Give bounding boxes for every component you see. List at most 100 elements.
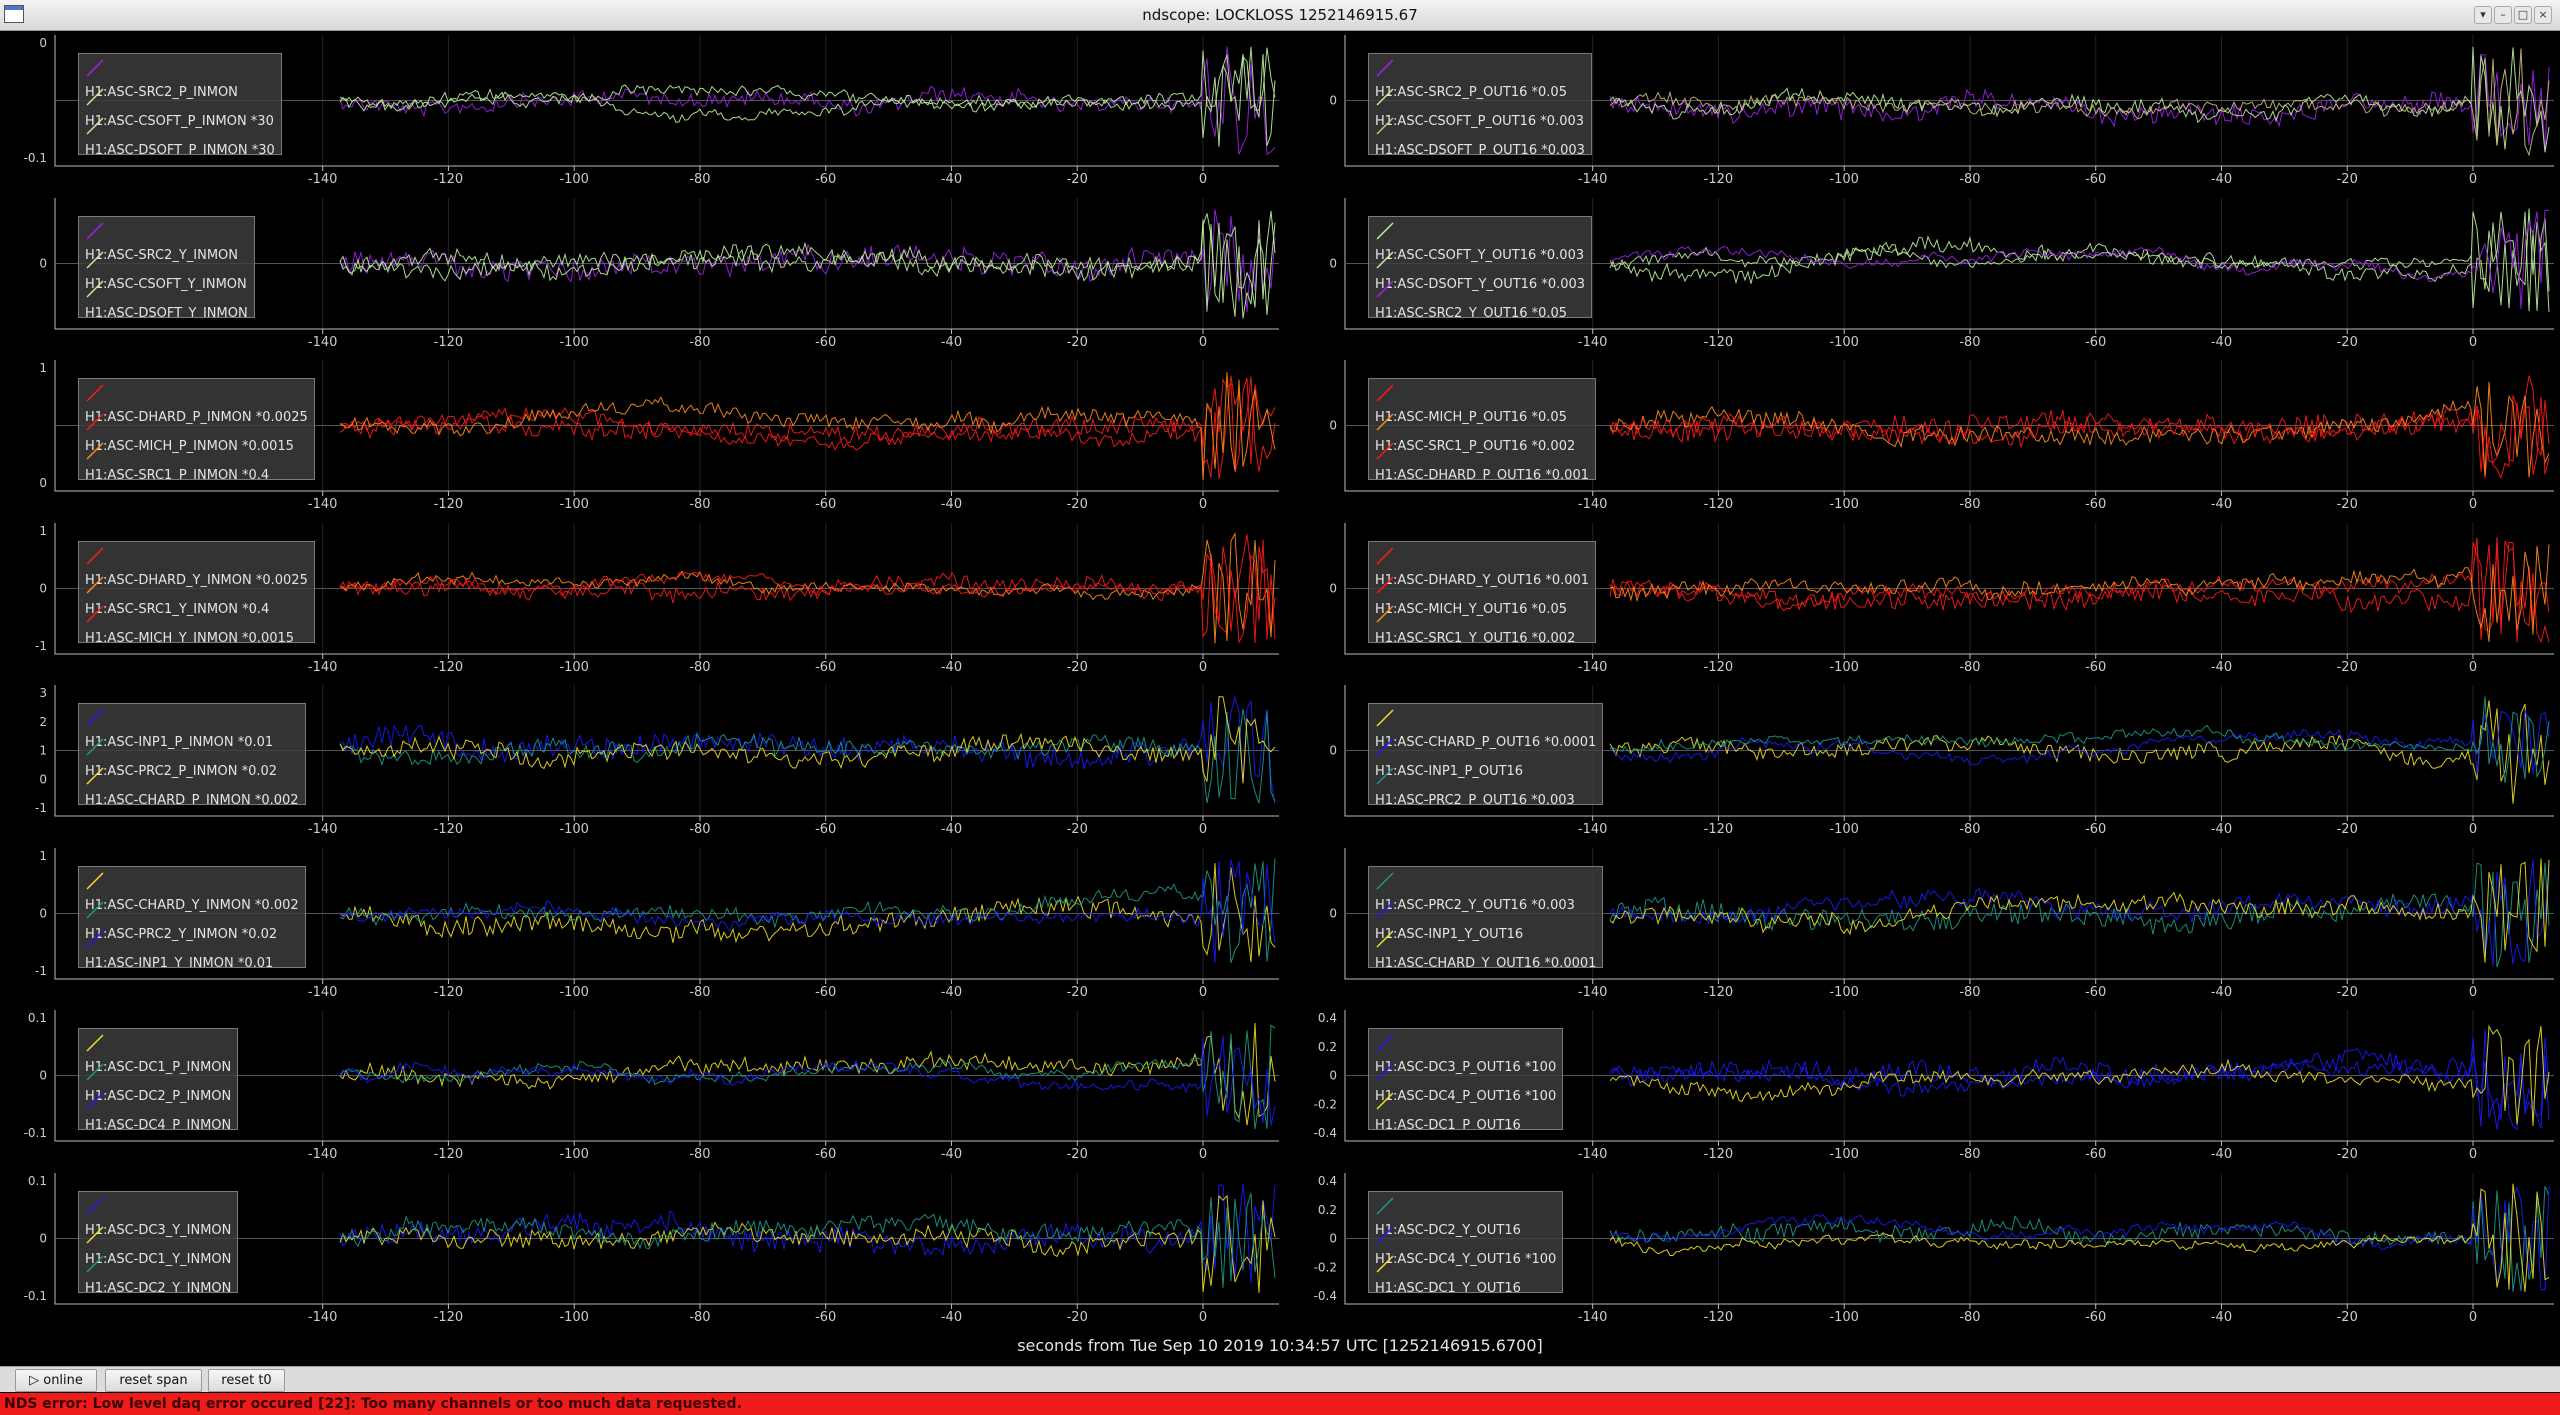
legend-label: H1:ASC-DC2_P_INMON — [85, 1089, 232, 1104]
bottom-toolbar: ▷ online reset span reset t0 — [0, 1366, 2560, 1392]
x-tick-label: -60 — [2085, 335, 2106, 350]
x-tick-label: -120 — [1704, 497, 1734, 512]
legend-swatch-icon — [1376, 1197, 1394, 1215]
legend-label: H1:ASC-DC4_Y_OUT16 *100 — [1375, 1252, 1557, 1267]
trace-line — [1609, 1183, 2550, 1292]
y-tick-label: 0 — [39, 772, 47, 786]
x-tick-label: -40 — [2211, 172, 2232, 187]
plot-legend[interactable]: H1:ASC-CHARD_Y_INMON *0.002 H1:ASC-PRC2_Y… — [78, 866, 306, 968]
x-tick-label: 0 — [1199, 497, 1207, 512]
x-tick-label: -80 — [1959, 1310, 1980, 1325]
legend-label: H1:ASC-DSOFT_P_INMON *30 — [85, 143, 275, 155]
y-tick-label: 0.1 — [28, 1011, 47, 1025]
plot-legend[interactable]: H1:ASC-DHARD_Y_INMON *0.0025 H1:ASC-SRC1_… — [78, 541, 315, 643]
plot-panel[interactable]: -140 -120 -100 -80 -60 -40 -20 0 0 H1:ASC-MICH_P_… — [1290, 356, 2560, 518]
legend-label: H1:ASC-CHARD_Y_INMON *0.002 — [85, 898, 299, 913]
x-tick-label: -40 — [941, 660, 962, 675]
x-tick-label: -80 — [689, 660, 710, 675]
plot-legend[interactable]: H1:ASC-INP1_P_INMON *0.01 H1:ASC-PRC2_P_I… — [78, 703, 306, 805]
plot-panel[interactable]: -140 -120 -100 -80 -60 -40 -20 0 0.1 0 -0.1 H1:ASC-… — [0, 1006, 1283, 1168]
y-tick-label: 1 — [39, 744, 47, 758]
plot-legend[interactable]: H1:ASC-CHARD_P_OUT16 *0.0001 H1:ASC-INP1_… — [1368, 703, 1604, 805]
plot-legend[interactable]: H1:ASC-DHARD_P_INMON *0.0025 H1:ASC-MICH_… — [78, 378, 315, 480]
minimize-button[interactable]: – — [2494, 6, 2512, 24]
reset-span-button[interactable]: reset span — [105, 1369, 202, 1392]
plot-panel[interactable]: -140 -120 -100 -80 -60 -40 -20 0 0 H1:ASC-CSOFT_Y… — [1290, 194, 2560, 356]
menu-arrow-icon[interactable]: ▾ — [2474, 6, 2492, 24]
plot-panel[interactable]: -140 -120 -100 -80 -60 -40 -20 0 3 2 1 0 -1 H1:ASC-IN… — [0, 681, 1283, 843]
error-status-bar: NDS error: Low level daq error occured [… — [0, 1393, 2560, 1415]
y-tick-label: 0.4 — [1318, 1011, 1337, 1025]
x-tick-label: -80 — [1959, 335, 1980, 350]
y-tick-label: 2 — [39, 715, 47, 729]
plot-legend[interactable]: H1:ASC-DC3_Y_INMON H1:ASC-DC1_Y_INMON H1:A… — [78, 1191, 239, 1293]
legend-label: H1:ASC-DHARD_Y_OUT16 *0.001 — [1375, 573, 1590, 588]
legend-swatch-icon — [86, 547, 104, 565]
y-tick-label: 1 — [39, 849, 47, 863]
plot-panel[interactable]: -140 -120 -100 -80 -60 -40 -20 0 0 H1:ASC-CHARD_P… — [1290, 681, 2560, 843]
x-tick-label: -120 — [1704, 985, 1734, 1000]
legend-label: H1:ASC-CSOFT_P_INMON *30 — [85, 114, 274, 129]
plot-panel[interactable]: -140 -120 -100 -80 -60 -40 -20 0 0.4 0.2 0 -0.2 -0.4… — [1290, 1169, 2560, 1331]
plot-legend[interactable]: H1:ASC-MICH_P_OUT16 *0.05 H1:ASC-SRC1_P_O… — [1368, 378, 1596, 480]
y-tick-label: -0.4 — [1314, 1289, 1337, 1303]
plot-panel[interactable]: -140 -120 -100 -80 -60 -40 -20 0 1 0 H1:ASC-DHARD_… — [0, 356, 1283, 518]
x-tick-label: -80 — [1959, 172, 1980, 187]
y-tick-label: -0.2 — [1314, 1097, 1337, 1111]
legend-item: H1:ASC-MICH_P_OUT16 *0.05 — [1375, 383, 1589, 425]
x-tick-label: -100 — [1829, 985, 1859, 1000]
y-tick-label: -1 — [35, 639, 47, 653]
online-button[interactable]: ▷ online — [15, 1369, 97, 1392]
y-tick-label: 0 — [39, 1069, 47, 1083]
plot-panel[interactable]: -140 -120 -100 -80 -60 -40 -20 0 0 H1:ASC-DHARD_Y… — [1290, 519, 2560, 681]
maximize-button[interactable]: □ — [2514, 6, 2532, 24]
trace-line — [339, 46, 1276, 139]
close-button[interactable]: × — [2534, 6, 2552, 24]
plot-panel[interactable]: -140 -120 -100 -80 -60 -40 -20 0 1 0 -1 H1:ASC-DHAR… — [0, 519, 1283, 681]
plot-legend[interactable]: H1:ASC-SRC2_Y_INMON H1:ASC-CSOFT_Y_INMON H… — [78, 216, 255, 318]
x-tick-label: -20 — [1067, 822, 1088, 837]
legend-label: H1:ASC-CHARD_P_OUT16 *0.0001 — [1375, 735, 1597, 750]
y-tick-label: 0 — [1329, 582, 1337, 596]
trace-line — [339, 1035, 1276, 1126]
legend-label: H1:ASC-DHARD_Y_INMON *0.0025 — [85, 573, 308, 588]
legend-item: H1:ASC-SRC2_P_OUT16 *0.05 — [1375, 58, 1585, 100]
x-tick-label: 0 — [2469, 660, 2477, 675]
plot-panel[interactable]: -140 -120 -100 -80 -60 -40 -20 0 0.1 0 -0.1 H1:ASC-… — [0, 1169, 1283, 1331]
plot-legend[interactable]: H1:ASC-PRC2_Y_OUT16 *0.003 H1:ASC-INP1_Y_… — [1368, 866, 1604, 968]
legend-swatch-icon — [86, 59, 104, 77]
plot-legend[interactable]: H1:ASC-DC1_P_INMON H1:ASC-DC2_P_INMON H1:A… — [78, 1028, 239, 1130]
x-tick-label: -140 — [308, 822, 338, 837]
plot-legend[interactable]: H1:ASC-SRC2_P_INMON H1:ASC-CSOFT_P_INMON … — [78, 53, 282, 155]
plot-panel[interactable]: -140 -120 -100 -80 -60 -40 -20 0 0 H1:ASC-PRC2_Y_… — [1290, 844, 2560, 1006]
x-tick-label: -100 — [1829, 335, 1859, 350]
legend-label: H1:ASC-DC2_Y_OUT16 — [1375, 1223, 1521, 1238]
x-tick-label: -20 — [2337, 660, 2358, 675]
plot-panel[interactable]: -140 -120 -100 -80 -60 -40 -20 0 0 H1:ASC-SRC2_Y_… — [0, 194, 1283, 356]
plot-legend[interactable]: H1:ASC-DC3_P_OUT16 *100 H1:ASC-DC4_P_OUT1… — [1368, 1028, 1564, 1130]
x-tick-label: -60 — [2085, 1310, 2106, 1325]
y-tick-label: 0 — [39, 1232, 47, 1246]
x-tick-label: -40 — [2211, 1147, 2232, 1162]
plot-panel[interactable]: -140 -120 -100 -80 -60 -40 -20 0 0.4 0.2 0 -0.2 -0.4… — [1290, 1006, 2560, 1168]
plot-panel[interactable]: -140 -120 -100 -80 -60 -40 -20 0 1 0 -1 H1:ASC-CHAR… — [0, 844, 1283, 1006]
x-tick-label: -100 — [559, 172, 589, 187]
x-tick-label: -80 — [689, 1310, 710, 1325]
legend-label: H1:ASC-DC1_P_OUT16 — [1375, 1118, 1521, 1130]
x-tick-label: -120 — [1704, 335, 1734, 350]
plot-legend[interactable]: H1:ASC-SRC2_P_OUT16 *0.05 H1:ASC-CSOFT_P_… — [1368, 53, 1592, 155]
legend-label: H1:ASC-DC1_P_INMON — [85, 1060, 232, 1075]
legend-label: H1:ASC-DSOFT_Y_OUT16 *0.003 — [1375, 277, 1586, 292]
plot-panel[interactable]: -140 -120 -100 -80 -60 -40 -20 0 0 -0.1 H1:ASC-SRC… — [0, 31, 1283, 193]
plot-legend[interactable]: H1:ASC-CSOFT_Y_OUT16 *0.003 H1:ASC-DSOFT_… — [1368, 216, 1593, 318]
plot-legend[interactable]: H1:ASC-DHARD_Y_OUT16 *0.001 H1:ASC-MICH_Y… — [1368, 541, 1597, 643]
legend-item: H1:ASC-DHARD_Y_OUT16 *0.001 — [1375, 546, 1589, 588]
legend-label: H1:ASC-CHARD_P_INMON *0.002 — [85, 793, 299, 805]
legend-label: H1:ASC-INP1_Y_OUT16 — [1375, 927, 1524, 942]
x-tick-label: -40 — [941, 1310, 962, 1325]
x-tick-label: -20 — [1067, 172, 1088, 187]
trace-line — [1609, 700, 2550, 804]
plot-panel[interactable]: -140 -120 -100 -80 -60 -40 -20 0 0 H1:ASC-SRC2_P_… — [1290, 31, 2560, 193]
plot-legend[interactable]: H1:ASC-DC2_Y_OUT16 H1:ASC-DC4_Y_OUT16 *10… — [1368, 1191, 1564, 1293]
reset-t0-button[interactable]: reset t0 — [208, 1369, 285, 1392]
